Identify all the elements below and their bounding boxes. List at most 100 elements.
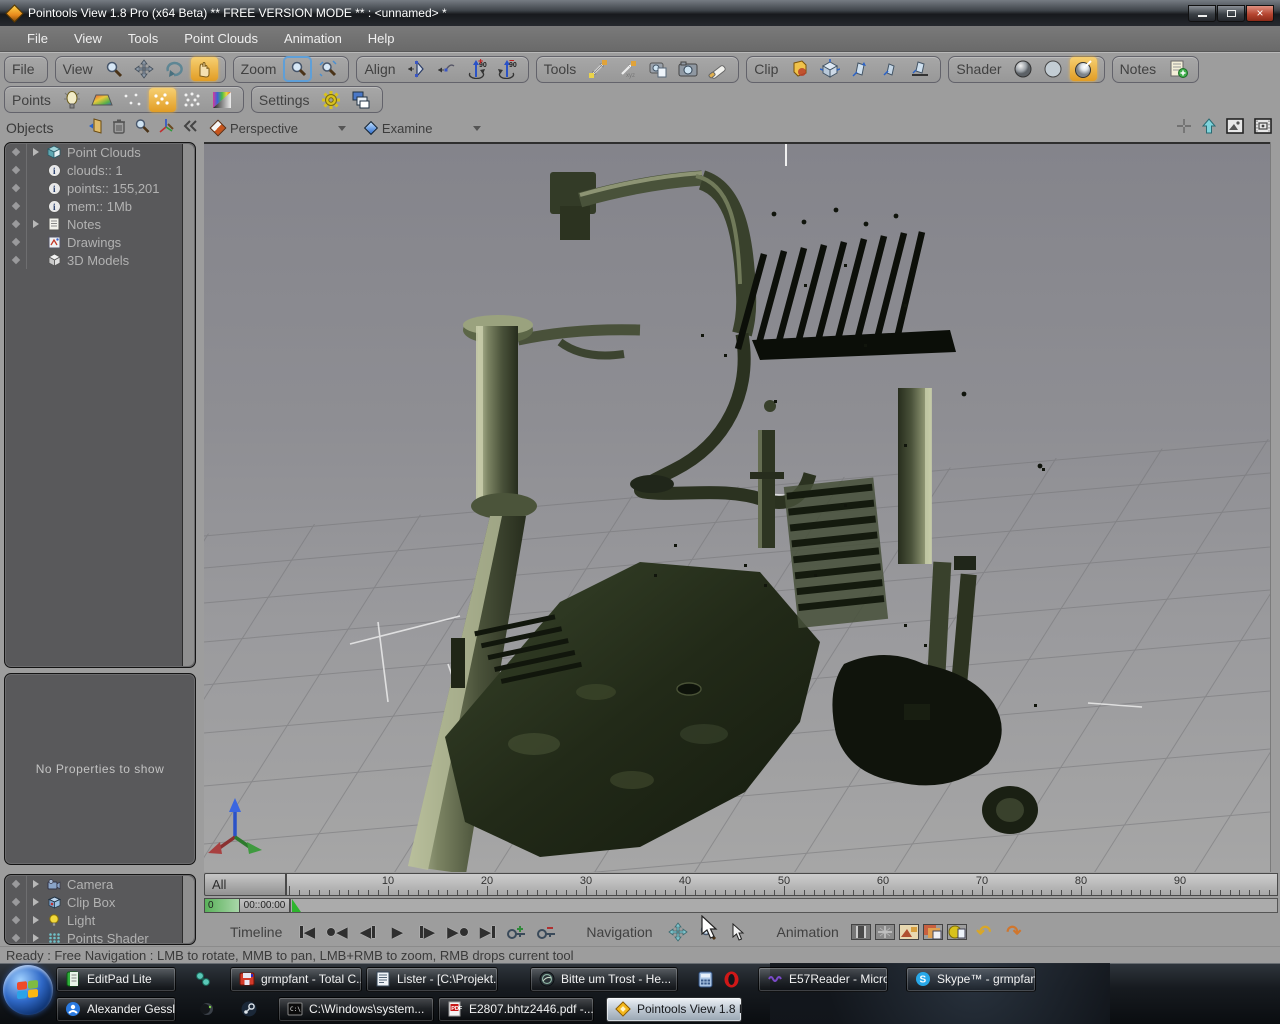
steam-icon[interactable] [236,997,262,1022]
menu-help[interactable]: Help [355,31,408,46]
menu-animation[interactable]: Animation [271,31,355,46]
transform-icon[interactable] [158,118,174,139]
tree-item-points-shader[interactable]: Points Shader [5,929,195,945]
tree-scrollbar[interactable] [182,144,194,666]
settings-gear-icon[interactable] [318,88,345,112]
tree-item-camera[interactable]: Camera [5,875,195,893]
align-axis-icon[interactable] [434,57,461,81]
snapshot-image-icon[interactable] [1226,118,1244,139]
layers-icon[interactable] [348,88,375,112]
close-button[interactable]: × [1246,5,1274,22]
menu-point-clouds[interactable]: Point Clouds [171,31,271,46]
calculator-icon[interactable] [692,967,718,992]
clip-plane-back-icon[interactable] [876,57,903,81]
viewport-orientation-icon[interactable] [210,120,227,137]
tree-item-points-count[interactable]: i points:: 155,201 [5,179,195,197]
taskbar-e57reader[interactable]: E57Reader - Micro... [758,967,888,992]
plane-shading-icon[interactable] [89,88,116,112]
moon-icon[interactable] [194,997,220,1022]
align-view-plane-icon[interactable] [404,57,431,81]
menu-file[interactable]: File [14,31,61,46]
taskbar-contact[interactable]: Alexander Gessler [56,997,176,1022]
menu-view[interactable]: View [61,31,115,46]
nav-pan-icon[interactable] [665,921,691,943]
taskbar-pointools[interactable]: Pointools View 1.8 Pr... [606,997,742,1022]
prev-key-button[interactable]: ◀ [324,921,350,943]
add-view-icon[interactable] [1176,118,1192,139]
render-sequence-icon[interactable] [923,924,943,940]
timeline-track[interactable] [290,898,1278,913]
file-button[interactable]: File [12,61,35,77]
maximize-button[interactable] [1217,5,1245,22]
next-frame-button[interactable]: ▶ [414,921,440,943]
upload-icon[interactable] [1202,118,1216,139]
minimize-button[interactable] [1188,5,1216,22]
clip-plane-ground-icon[interactable] [906,57,933,81]
opera-icon[interactable] [718,967,744,992]
shader-flat-icon[interactable] [1040,57,1067,81]
zoom-window-icon[interactable] [284,57,311,81]
tree-item-clip-box[interactable]: Clip Box [5,893,195,911]
tree-item-light[interactable]: Light [5,911,195,929]
collapse-icon[interactable] [182,119,198,137]
expander-icon[interactable] [27,898,45,906]
tree-item-notes[interactable]: Notes [5,215,195,233]
shader-specular-icon[interactable] [1070,57,1097,81]
tree-item-point-clouds[interactable]: Point Clouds [5,143,195,161]
render-image-icon[interactable] [899,924,919,940]
clip-toggle-icon[interactable] [786,57,813,81]
expander-icon[interactable] [27,934,45,942]
density-high-icon[interactable] [179,88,206,112]
tree-item-3d-models[interactable]: 3D Models [5,251,195,269]
note-add-icon[interactable] [1164,57,1191,81]
go-end-button[interactable]: ▶ [474,921,500,943]
key-add-button[interactable] [504,921,530,943]
pan-arrows-icon[interactable] [131,57,158,81]
taskbar-browser[interactable]: Bitte um Trost - He... [530,967,678,992]
density-medium-icon[interactable] [149,88,176,112]
measure-xyz-icon[interactable]: xyz [614,57,641,81]
viewport-canvas[interactable] [204,142,1270,872]
export-animation-icon[interactable] [947,924,967,940]
prev-frame-button[interactable]: ◀ [354,921,380,943]
key-remove-button[interactable] [534,921,560,943]
clip-box-icon[interactable] [816,57,843,81]
undo-button[interactable]: ↶ [971,921,997,943]
taskbar-totalcmd[interactable]: grmpfant - Total C... [230,967,362,992]
tree-item-mem[interactable]: i mem:: 1Mb [5,197,195,215]
delete-icon[interactable] [112,118,126,139]
color-ramp-icon[interactable] [209,88,236,112]
projection-dropdown[interactable]: Perspective [230,121,346,136]
taskbar-pdf[interactable]: PDF E2807.bhtz2446.pdf -... [438,997,594,1022]
expander-icon[interactable] [27,880,45,888]
timeline-range-selector[interactable]: All [204,873,286,896]
frame-view-icon[interactable] [851,924,871,940]
start-button[interactable] [3,965,53,1015]
expander-icon[interactable] [27,916,45,924]
rotate-plus-90-icon[interactable]: 90+ [464,57,491,81]
density-low-icon[interactable] [119,88,146,112]
expander-icon[interactable] [27,148,45,156]
grid-view-icon[interactable] [875,924,895,940]
rotate-minus-90-icon[interactable]: 90− [494,57,521,81]
expander-icon[interactable] [27,220,45,228]
scene-tree-scrollbar[interactable] [182,876,194,943]
playhead-marker[interactable] [292,899,301,912]
menu-tools[interactable]: Tools [115,31,171,46]
taskbar-editpad[interactable]: EditPad Lite [56,967,176,992]
zoom-extents-icon[interactable] [314,57,341,81]
taskbar-console[interactable]: C:\ C:\Windows\system... [278,997,434,1022]
snapshot-camera-icon[interactable] [674,57,701,81]
tree-item-drawings[interactable]: Drawings [5,233,195,251]
navigation-mode-dropdown[interactable]: Examine [382,121,481,136]
shader-shaded-icon[interactable] [1010,57,1037,81]
import-icon[interactable] [88,118,104,139]
eraser-icon[interactable] [704,57,731,81]
taskbar-skype[interactable]: S Skype™ - grmpfant [906,967,1036,992]
snapshot-clipboard-icon[interactable] [644,57,671,81]
timeline-ruler[interactable]: 102030405060708090 [286,873,1278,896]
search-icon[interactable] [134,118,150,139]
nav-select-icon[interactable] [725,921,751,943]
tree-item-clouds-count[interactable]: i clouds:: 1 [5,161,195,179]
clip-plane-front-icon[interactable] [846,57,873,81]
